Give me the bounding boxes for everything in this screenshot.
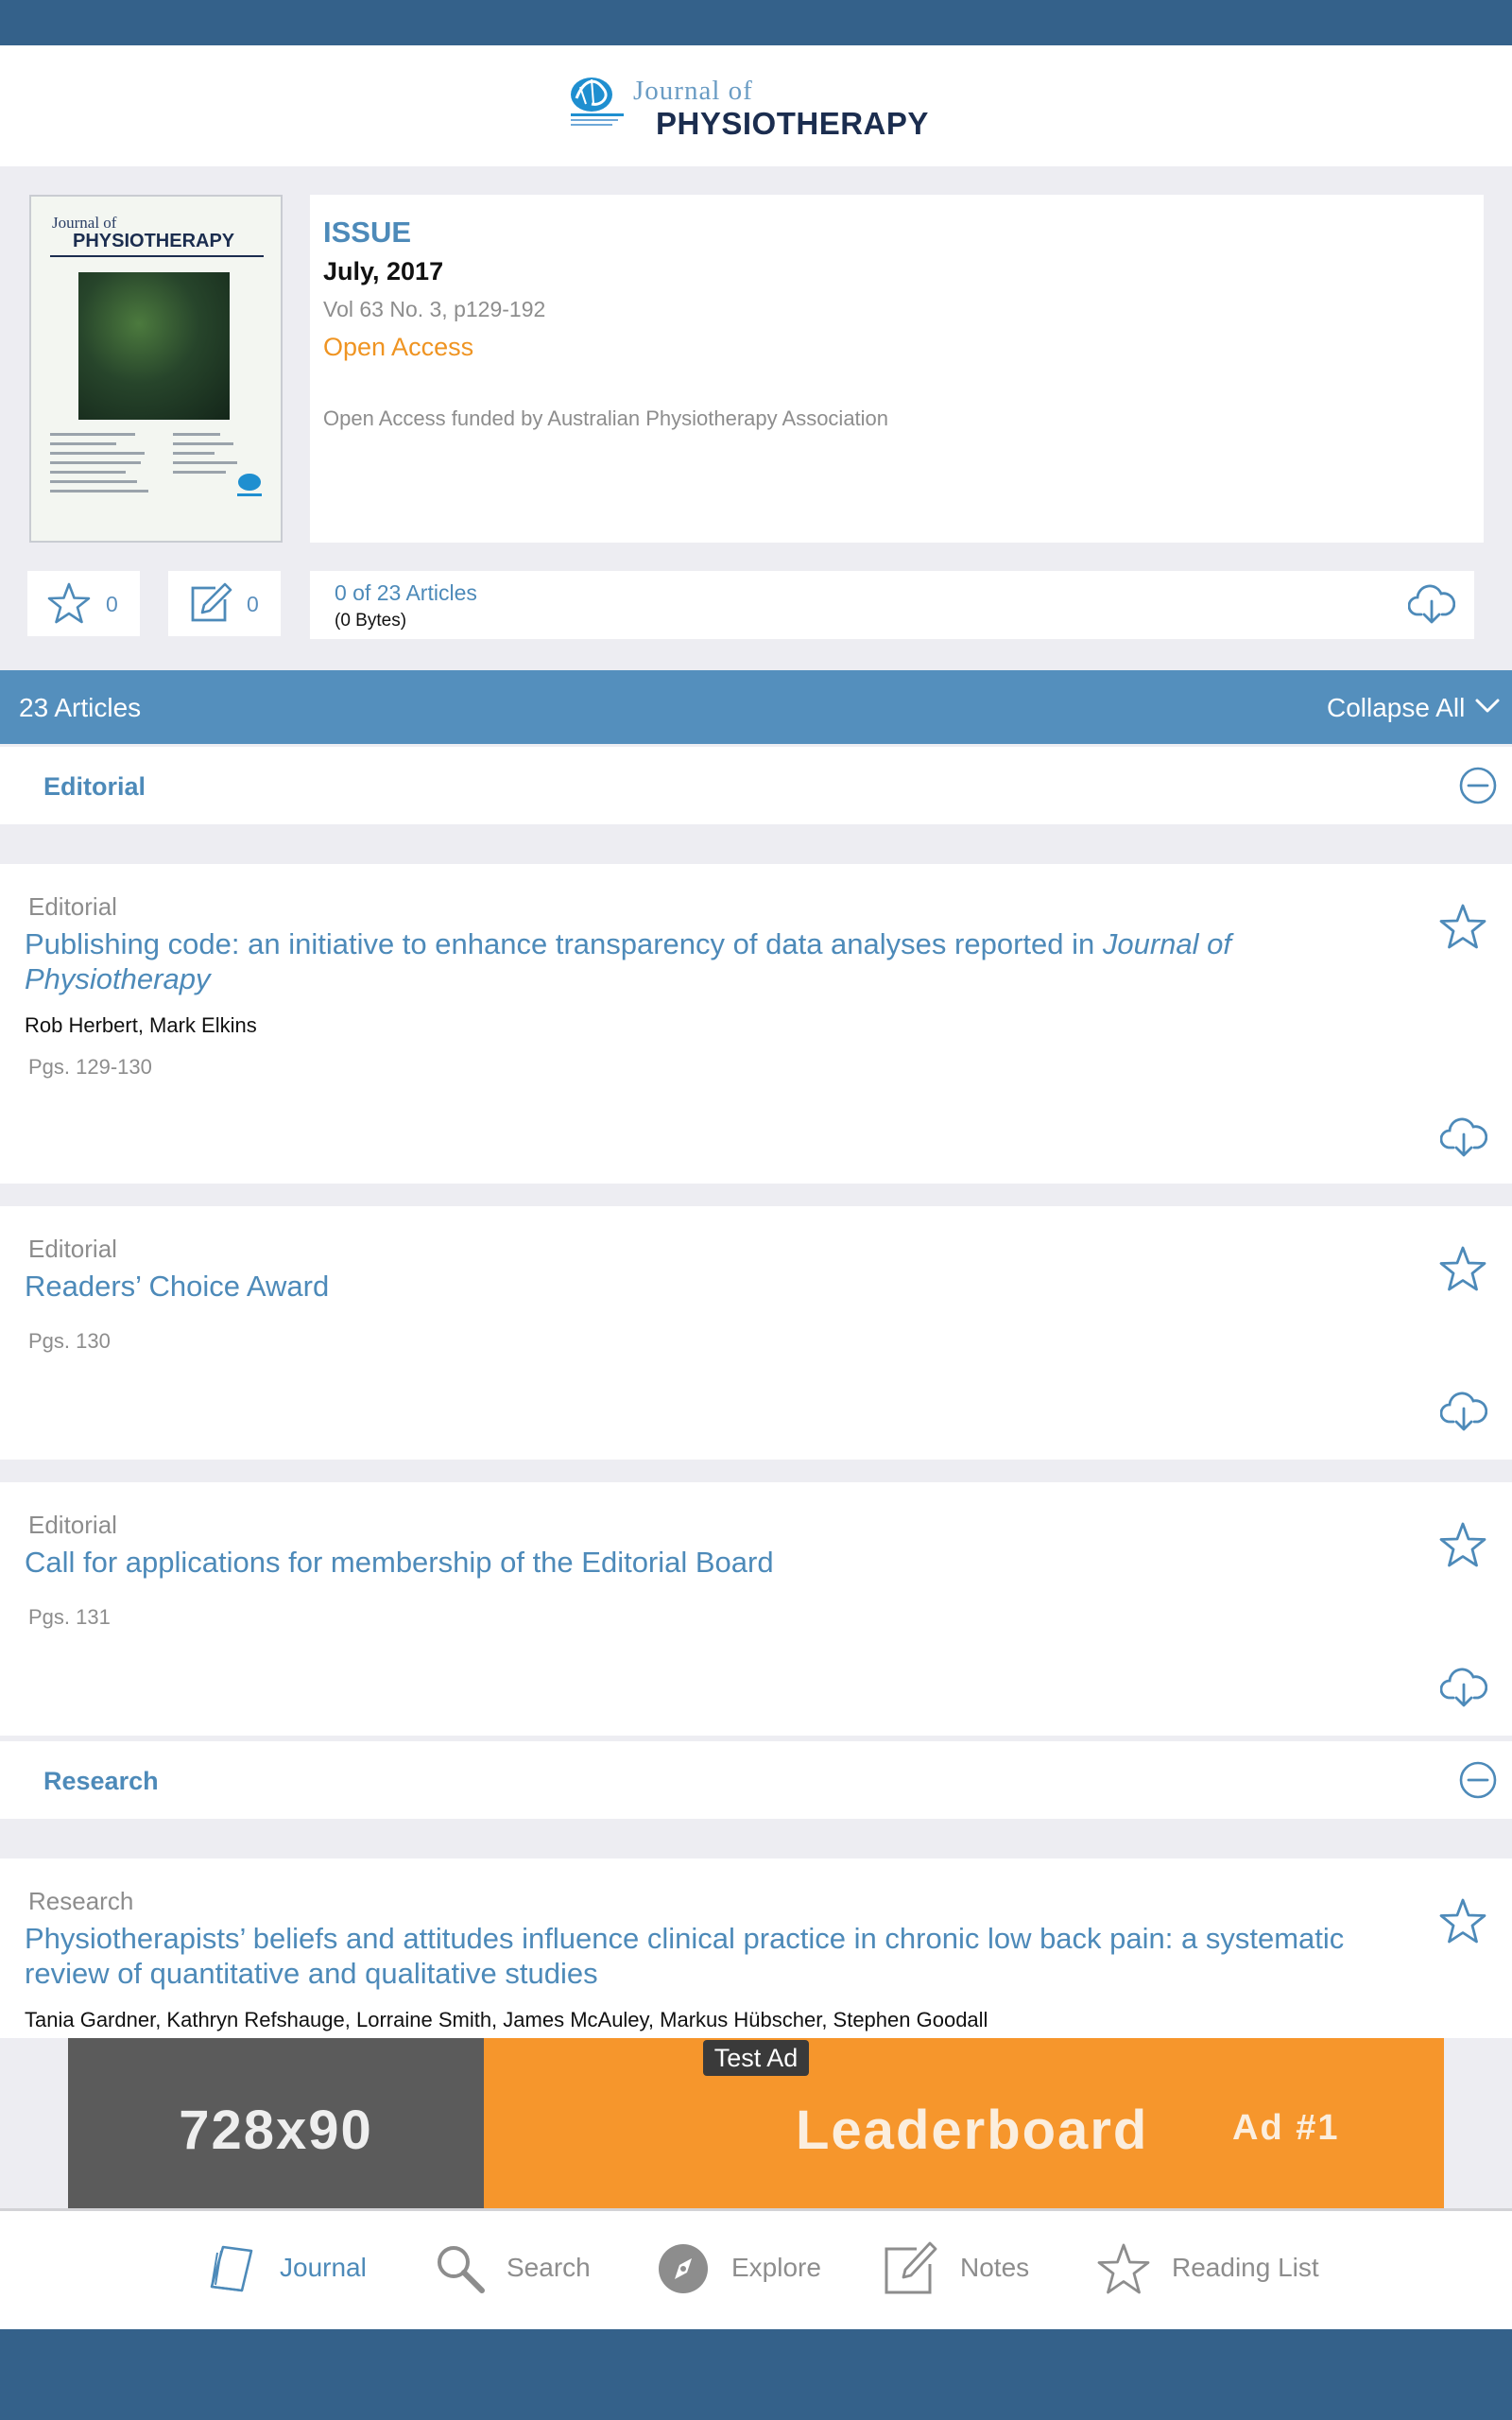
star-icon (47, 582, 91, 624)
article-pages: Pgs. 129-130 (28, 1055, 152, 1079)
collapse-section-icon[interactable] (1458, 1760, 1498, 1800)
tab-journal[interactable]: Journal (204, 2211, 374, 2329)
app-header: Journal of PHYSIOTHERAPY (0, 45, 1512, 166)
notes-icon (885, 2241, 937, 2294)
star-icon[interactable] (1438, 1244, 1487, 1293)
ad-name-text: Leaderboard (796, 2100, 1149, 2161)
article-title[interactable]: Call for applications for membership of … (25, 1545, 1404, 1580)
download-status-card[interactable]: 0 of 23 Articles (0 Bytes) (310, 571, 1474, 639)
ad-number-text: Ad #1 (1232, 2108, 1340, 2148)
bottom-tab-bar: Journal Search Explore Notes Reading Lis… (0, 2208, 1512, 2329)
tab-label: Search (507, 2253, 591, 2282)
logo-text-main: PHYSIOTHERAPY (656, 106, 929, 141)
collapse-all-button[interactable]: Collapse All (1327, 693, 1465, 723)
tab-search[interactable]: Search (433, 2211, 603, 2329)
download-article-count: 0 of 23 Articles (335, 580, 477, 605)
cover-title-top: Journal of (52, 214, 117, 232)
section-header-editorial[interactable]: Editorial (0, 747, 1512, 824)
test-ad-badge: Test Ad (703, 2040, 809, 2076)
article-authors: Rob Herbert, Mark Elkins (25, 1013, 257, 1037)
articles-header-bar: 23 Articles Collapse All (0, 670, 1512, 744)
ad-size-panel: 728x90 (68, 2038, 484, 2208)
association-emblem-icon (571, 78, 624, 126)
ad-size-text: 728x90 (179, 2100, 373, 2161)
tab-notes[interactable]: Notes (883, 2211, 1053, 2329)
cloud-download-icon[interactable] (1440, 1117, 1487, 1159)
article-authors: Tania Gardner, Kathryn Refshauge, Lorrai… (25, 2008, 988, 2031)
issue-cover-image[interactable]: Journal of PHYSIOTHERAPY (29, 195, 283, 543)
search-icon (438, 2246, 485, 2293)
section-title: Editorial (43, 772, 146, 801)
articles-count: 23 Articles (19, 693, 142, 722)
edit-note-icon (191, 582, 232, 622)
article-category: Editorial (28, 1235, 117, 1263)
issue-label: ISSUE (323, 216, 412, 249)
tab-label: Journal (280, 2253, 367, 2282)
download-size: (0 Bytes) (335, 611, 407, 631)
issue-info-card: ISSUE July, 2017 Vol 63 No. 3, p129-192 … (310, 195, 1484, 543)
cover-photo (78, 272, 230, 420)
funding-note: Open Access funded by Australian Physiot… (323, 406, 889, 430)
section-header-research[interactable]: Research (0, 1741, 1512, 1819)
article-title[interactable]: Publishing code: an initiative to enhanc… (25, 926, 1404, 996)
collapse-section-icon[interactable] (1458, 766, 1498, 805)
article-card[interactable]: Research Physiotherapists’ beliefs and a… (0, 1858, 1512, 2038)
star-icon[interactable] (1438, 902, 1487, 951)
star-icon[interactable] (1438, 1520, 1487, 1569)
article-card[interactable]: Editorial Readers’ Choice Award Pgs. 130 (0, 1206, 1512, 1460)
journal-logo: Journal of PHYSIOTHERAPY (567, 70, 945, 149)
favorites-count: 0 (106, 592, 118, 616)
cover-title-main: PHYSIOTHERAPY (73, 231, 235, 251)
notes-counter-button[interactable]: 0 (168, 571, 281, 636)
system-nav-bar (0, 2329, 1512, 2420)
open-access-label: Open Access (323, 333, 474, 361)
chevron-down-icon[interactable] (1474, 697, 1501, 716)
notes-count: 0 (247, 592, 259, 616)
article-category: Research (28, 1887, 134, 1915)
favorites-counter-button[interactable]: 0 (27, 571, 140, 636)
star-icon (1097, 2243, 1150, 2294)
tab-label: Explore (731, 2253, 821, 2282)
logo-text-top: Journal of (633, 76, 753, 106)
cloud-download-icon[interactable] (1408, 584, 1455, 626)
tab-reading-list[interactable]: Reading List (1096, 2211, 1332, 2329)
article-category: Editorial (28, 1511, 117, 1539)
tab-label: Notes (960, 2253, 1030, 2282)
section-title: Research (43, 1767, 159, 1795)
article-title-text: Publishing code: an initiative to enhanc… (25, 927, 1095, 960)
compass-icon (659, 2244, 708, 2293)
cloud-download-icon[interactable] (1440, 1668, 1487, 1709)
tab-explore[interactable]: Explore (656, 2211, 826, 2329)
article-card[interactable]: Editorial Call for applications for memb… (0, 1482, 1512, 1736)
article-pages: Pgs. 130 (28, 1329, 111, 1353)
cover-contents (50, 427, 264, 505)
cover-rule (50, 255, 264, 257)
journal-icon (210, 2245, 253, 2292)
article-pages: Pgs. 131 (28, 1605, 111, 1629)
status-bar (0, 0, 1512, 45)
tab-label: Reading List (1172, 2253, 1319, 2282)
ad-name-panel: Leaderboard Ad #1 (484, 2038, 1444, 2208)
issue-volume: Vol 63 No. 3, p129-192 (323, 297, 546, 321)
article-title[interactable]: Readers’ Choice Award (25, 1269, 1404, 1304)
issue-date: July, 2017 (323, 257, 444, 285)
article-title[interactable]: Physiotherapists’ beliefs and attitudes … (25, 1921, 1404, 1991)
article-category: Editorial (28, 892, 117, 921)
star-icon[interactable] (1438, 1896, 1487, 1945)
cover-emblem-icon (237, 474, 262, 496)
ad-banner[interactable]: 728x90 Leaderboard Ad #1 Test Ad (68, 2038, 1444, 2208)
cloud-download-icon[interactable] (1440, 1392, 1487, 1433)
article-card[interactable]: Editorial Publishing code: an initiative… (0, 864, 1512, 1184)
